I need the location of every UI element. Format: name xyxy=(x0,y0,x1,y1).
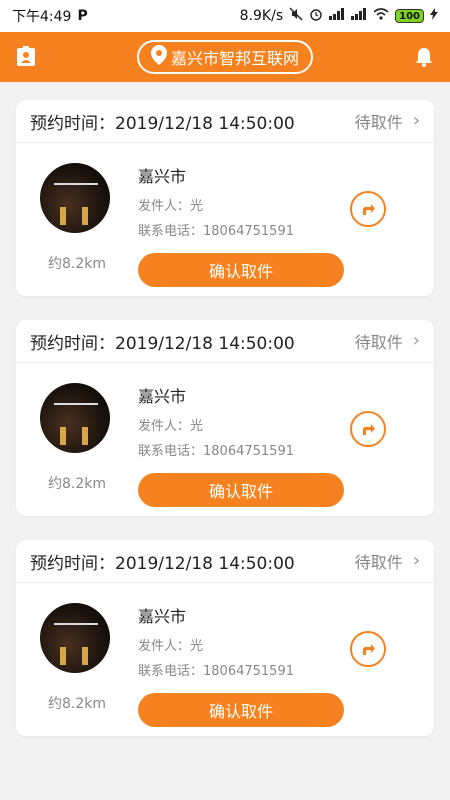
city: 嘉兴市 xyxy=(138,607,187,626)
sender: 发件人：光 xyxy=(138,415,294,434)
turn-right-icon xyxy=(363,644,375,655)
phone: 联系电话：18064751591 xyxy=(138,660,294,679)
phone-value: 18064751591 xyxy=(203,444,294,459)
city: 嘉兴市 xyxy=(138,167,187,186)
phone-label: 联系电话： xyxy=(138,664,204,679)
reserve-time: 预约时间：2019/12/18 14:50:00 xyxy=(30,109,295,134)
battery-icon: 100 xyxy=(395,9,424,23)
charging-icon xyxy=(430,8,438,24)
app-header: 嘉兴市智邦互联网 xyxy=(0,32,450,82)
avatar xyxy=(40,383,110,453)
avatar xyxy=(40,603,110,673)
reserve-label: 预约时间： xyxy=(30,553,115,574)
distance: 约8.2km xyxy=(48,476,107,492)
sender-label: 发件人： xyxy=(138,419,191,434)
turn-right-icon xyxy=(363,204,375,215)
reserve-time-value: 2019/12/18 14:50:00 xyxy=(115,333,295,354)
sender: 发件人：光 xyxy=(138,635,294,654)
status-wrap: 待取件 › xyxy=(355,329,420,353)
navigation-button[interactable] xyxy=(350,631,386,667)
sender-value: 光 xyxy=(190,639,204,654)
carrier-icon: P xyxy=(77,8,88,24)
card-body: 约8.2km 嘉兴市 发件人：光 联系电话：18064751591 确认取件 xyxy=(16,363,434,516)
bell-icon[interactable] xyxy=(412,45,436,69)
chevron-right-icon: › xyxy=(412,330,420,351)
order-card[interactable]: 预约时间：2019/12/18 14:50:00 待取件 › 约8.2km 嘉兴… xyxy=(16,320,434,516)
reserve-time-value: 2019/12/18 14:50:00 xyxy=(115,113,295,134)
status-time: 下午4:49 xyxy=(12,9,72,25)
status-left: 下午4:49 P xyxy=(12,6,88,26)
reserve-time: 预约时间：2019/12/18 14:50:00 xyxy=(30,329,295,354)
order-card[interactable]: 预约时间：2019/12/18 14:50:00 待取件 › 约8.2km 嘉兴… xyxy=(16,100,434,296)
distance: 约8.2km xyxy=(48,256,107,272)
location-label: 嘉兴市智邦互联网 xyxy=(170,49,299,68)
signal-icon xyxy=(329,8,345,24)
reserve-time-value: 2019/12/18 14:50:00 xyxy=(115,553,295,574)
signal-icon-2 xyxy=(351,8,367,24)
phone-value: 18064751591 xyxy=(203,664,294,679)
sender-value: 光 xyxy=(190,419,204,434)
card-header[interactable]: 预约时间：2019/12/18 14:50:00 待取件 › xyxy=(16,320,434,363)
reserve-label: 预约时间： xyxy=(30,333,115,354)
location-pin-icon xyxy=(150,45,167,69)
status-wrap: 待取件 › xyxy=(355,549,420,573)
card-header[interactable]: 预约时间：2019/12/18 14:50:00 待取件 › xyxy=(16,540,434,583)
location-selector[interactable]: 嘉兴市智邦互联网 xyxy=(136,40,313,74)
order-list: 预约时间：2019/12/18 14:50:00 待取件 › 约8.2km 嘉兴… xyxy=(0,82,450,736)
sender-label: 发件人： xyxy=(138,639,191,654)
order-info: 嘉兴市 发件人：光 联系电话：18064751591 xyxy=(138,163,294,245)
alarm-icon xyxy=(309,7,323,25)
chevron-right-icon: › xyxy=(412,110,420,131)
card-header[interactable]: 预约时间：2019/12/18 14:50:00 待取件 › xyxy=(16,100,434,143)
card-body: 约8.2km 嘉兴市 发件人：光 联系电话：18064751591 确认取件 xyxy=(16,583,434,736)
wifi-icon xyxy=(373,8,389,24)
reserve-label: 预约时间： xyxy=(30,113,115,134)
order-status: 待取件 xyxy=(354,333,403,352)
status-bar: 下午4:49 P 8.9K/s 100 xyxy=(0,0,450,32)
contact-card-icon[interactable] xyxy=(14,45,38,69)
phone: 联系电话：18064751591 xyxy=(138,440,294,459)
order-status: 待取件 xyxy=(354,553,403,572)
order-status: 待取件 xyxy=(354,113,403,132)
mute-icon xyxy=(289,7,303,25)
distance: 约8.2km xyxy=(48,696,107,712)
phone-label: 联系电话： xyxy=(138,224,204,239)
card-body: 约8.2km 嘉兴市 发件人：光 联系电话：18064751591 确认取件 xyxy=(16,143,434,296)
order-info: 嘉兴市 发件人：光 联系电话：18064751591 xyxy=(138,383,294,465)
net-speed: 8.9K/s xyxy=(239,8,284,24)
status-right: 8.9K/s 100 xyxy=(240,7,438,25)
confirm-pickup-button[interactable]: 确认取件 xyxy=(138,473,344,507)
confirm-pickup-button[interactable]: 确认取件 xyxy=(138,693,344,727)
sender-value: 光 xyxy=(190,199,204,214)
confirm-pickup-button[interactable]: 确认取件 xyxy=(138,253,344,287)
navigation-button[interactable] xyxy=(350,411,386,447)
phone: 联系电话：18064751591 xyxy=(138,220,294,239)
sender-label: 发件人： xyxy=(138,199,191,214)
city: 嘉兴市 xyxy=(138,387,187,406)
order-card[interactable]: 预约时间：2019/12/18 14:50:00 待取件 › 约8.2km 嘉兴… xyxy=(16,540,434,736)
phone-label: 联系电话： xyxy=(138,444,204,459)
order-info: 嘉兴市 发件人：光 联系电话：18064751591 xyxy=(138,603,294,685)
chevron-right-icon: › xyxy=(412,550,420,571)
avatar xyxy=(40,163,110,233)
turn-right-icon xyxy=(363,424,375,435)
navigation-button[interactable] xyxy=(350,191,386,227)
sender: 发件人：光 xyxy=(138,195,294,214)
reserve-time: 预约时间：2019/12/18 14:50:00 xyxy=(30,549,295,574)
status-wrap: 待取件 › xyxy=(355,109,420,133)
phone-value: 18064751591 xyxy=(203,224,294,239)
